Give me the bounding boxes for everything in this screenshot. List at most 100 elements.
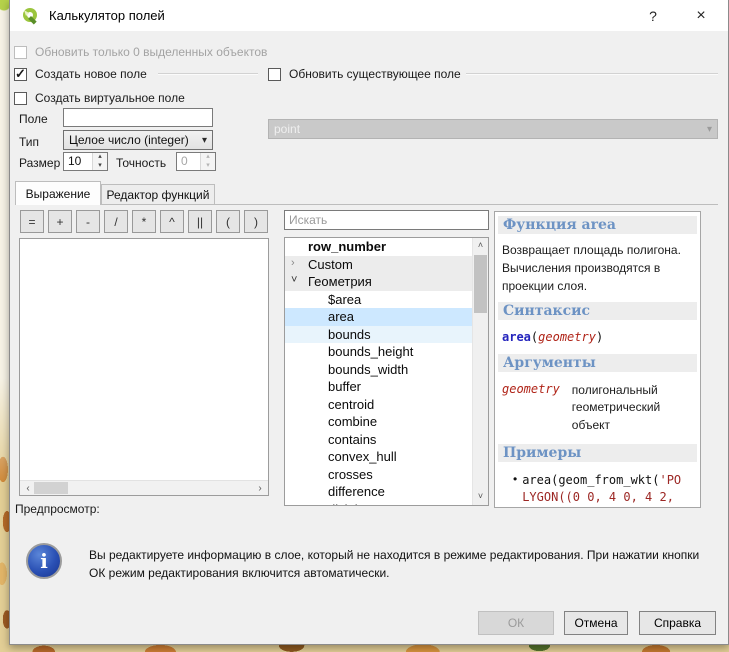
tree-item-centroid[interactable]: centroid (285, 396, 488, 414)
field-size-label: Размер (19, 156, 60, 170)
vertical-scrollbar[interactable]: ˄ ˅ (472, 238, 488, 505)
scroll-down-icon[interactable]: ˅ (473, 489, 488, 505)
preview-label: Предпросмотр: (15, 502, 100, 516)
qgis-logo-icon (22, 7, 40, 25)
scroll-up-icon[interactable]: ˄ (473, 238, 488, 254)
tree-item-convex-hull[interactable]: convex_hull (285, 448, 488, 466)
help-button[interactable]: Справка (639, 611, 716, 635)
help-syntax-heading: Синтаксис (498, 302, 697, 320)
spin-up-icon[interactable]: ▴ (93, 153, 107, 162)
scroll-right-icon[interactable]: › (252, 483, 268, 494)
close-icon[interactable]: × (684, 0, 718, 31)
tree-group-custom[interactable]: ›Custom (285, 256, 488, 274)
dialog-title: Калькулятор полей (49, 8, 165, 23)
update-existing-field-row: Обновить существующее поле (268, 66, 461, 82)
stepper-arrows[interactable]: ▴▾ (92, 153, 107, 170)
tree-item-bounds-height[interactable]: bounds_height (285, 343, 488, 361)
chevron-right-icon[interactable]: › (291, 257, 303, 269)
existing-field-select: point ▾ (268, 119, 718, 139)
field-type-label: Тип (19, 135, 39, 149)
create-virtual-field-row: Создать виртуальное поле (14, 90, 185, 106)
example-code: area(geom_from_wkt('POLYGON((0 0, 4 0, 4… (522, 472, 685, 508)
field-size-stepper[interactable]: 10 ▴▾ (63, 152, 108, 171)
create-new-field-checkbox[interactable]: ✓ (14, 68, 27, 81)
existing-field-value: point (274, 122, 300, 136)
function-tree: row_number ›Custom ˅Геометрия $area area… (284, 237, 489, 506)
op-plus-button[interactable]: + (48, 210, 72, 233)
tab-expression-label: Выражение (26, 187, 91, 201)
tree-item-area[interactable]: area (285, 308, 488, 326)
help-example-row: • area(geom_from_wkt('POLYGON((0 0, 4 0,… (513, 472, 696, 508)
update-selected-checkbox (14, 46, 27, 59)
spin-up-icon: ▴ (201, 153, 215, 162)
precision-value: 0 (177, 153, 200, 170)
op-power-button[interactable]: ^ (160, 210, 184, 233)
help-argument-row: geometry полигональный геометрический об… (502, 382, 693, 434)
tab-function-editor-label: Редактор функций (107, 188, 210, 202)
create-new-field-label: Создать новое поле (35, 67, 147, 81)
edit-mode-notice: Вы редактируете информацию в слое, котор… (89, 546, 703, 582)
info-icon: i (26, 543, 62, 579)
create-virtual-field-checkbox[interactable] (14, 92, 27, 105)
chevron-down-icon: ▾ (202, 135, 207, 146)
tree-item-bounds[interactable]: bounds (285, 326, 488, 344)
argument-name: geometry (502, 382, 560, 434)
search-input[interactable] (284, 210, 489, 230)
tree-item-combine[interactable]: combine (285, 413, 488, 431)
argument-description: полигональный геометрический объект (572, 382, 693, 434)
chevron-down-icon[interactable]: ˅ (291, 274, 303, 286)
tree-group-geometry[interactable]: ˅Геометрия (285, 273, 488, 291)
field-type-value: Целое число (integer) (69, 133, 189, 147)
chevron-down-icon: ▾ (707, 124, 712, 135)
create-virtual-field-label: Создать виртуальное поле (35, 91, 185, 105)
bullet-icon: • (513, 472, 517, 508)
tree-item-contains[interactable]: contains (285, 431, 488, 449)
op-divide-button[interactable]: / (104, 210, 128, 233)
titlebar: Калькулятор полей ? × (10, 0, 728, 31)
op-multiply-button[interactable]: * (132, 210, 156, 233)
tree-item-disjoint[interactable]: disjoint (285, 501, 488, 507)
field-name-input[interactable] (63, 108, 213, 127)
field-name-label: Поле (19, 112, 48, 126)
spin-down-icon[interactable]: ▾ (93, 162, 107, 171)
expression-editor[interactable]: ‹ › (19, 238, 269, 496)
op-equals-button[interactable]: = (20, 210, 44, 233)
help-examples-heading: Примеры (498, 444, 697, 462)
horizontal-scrollbar[interactable]: ‹ › (20, 480, 268, 495)
scrollbar-thumb[interactable] (474, 255, 487, 313)
tree-item-difference[interactable]: difference (285, 483, 488, 501)
update-existing-field-checkbox[interactable] (268, 68, 281, 81)
precision-stepper: 0 ▴▾ (176, 152, 216, 171)
spin-down-icon: ▾ (201, 162, 215, 171)
titlebar-help-button[interactable]: ? (636, 0, 670, 31)
update-existing-field-label: Обновить существующее поле (289, 67, 461, 81)
scrollbar-thumb[interactable] (34, 482, 68, 494)
op-concat-button[interactable]: || (188, 210, 212, 233)
tree-item-crosses[interactable]: crosses (285, 466, 488, 484)
operator-toolbar: = + - / * ^ || ( ) (20, 210, 268, 233)
help-arguments-heading: Аргументы (498, 354, 697, 372)
tab-expression[interactable]: Выражение (15, 181, 101, 205)
groupbox-line (466, 73, 718, 75)
op-close-paren-button[interactable]: ) (244, 210, 268, 233)
tree-item-bounds-width[interactable]: bounds_width (285, 361, 488, 379)
help-description: Возвращает площадь полигона. Вычисления … (502, 241, 687, 295)
tab-divider (15, 204, 718, 205)
op-open-paren-button[interactable]: ( (216, 210, 240, 233)
function-help-panel: Функция area Возвращает площадь полигона… (494, 211, 701, 508)
precision-label: Точность (116, 156, 166, 170)
update-selected-label: Обновить только 0 выделенных объектов (35, 45, 267, 59)
tab-function-editor[interactable]: Редактор функций (101, 184, 215, 205)
cancel-button[interactable]: Отмена (564, 611, 628, 635)
field-size-value: 10 (64, 153, 92, 170)
field-type-select[interactable]: Целое число (integer) ▾ (63, 130, 213, 150)
tree-item-dollar-area[interactable]: $area (285, 291, 488, 309)
tree-item-buffer[interactable]: buffer (285, 378, 488, 396)
help-syntax-code: area(geometry) (502, 330, 693, 344)
stepper-arrows: ▴▾ (200, 153, 215, 170)
op-minus-button[interactable]: - (76, 210, 100, 233)
create-new-field-row: ✓ Создать новое поле (14, 66, 147, 82)
tree-item-row-number[interactable]: row_number (285, 238, 488, 256)
help-title: Функция area (498, 216, 697, 234)
field-calculator-dialog: Калькулятор полей ? × Обновить только 0 … (9, 0, 729, 645)
